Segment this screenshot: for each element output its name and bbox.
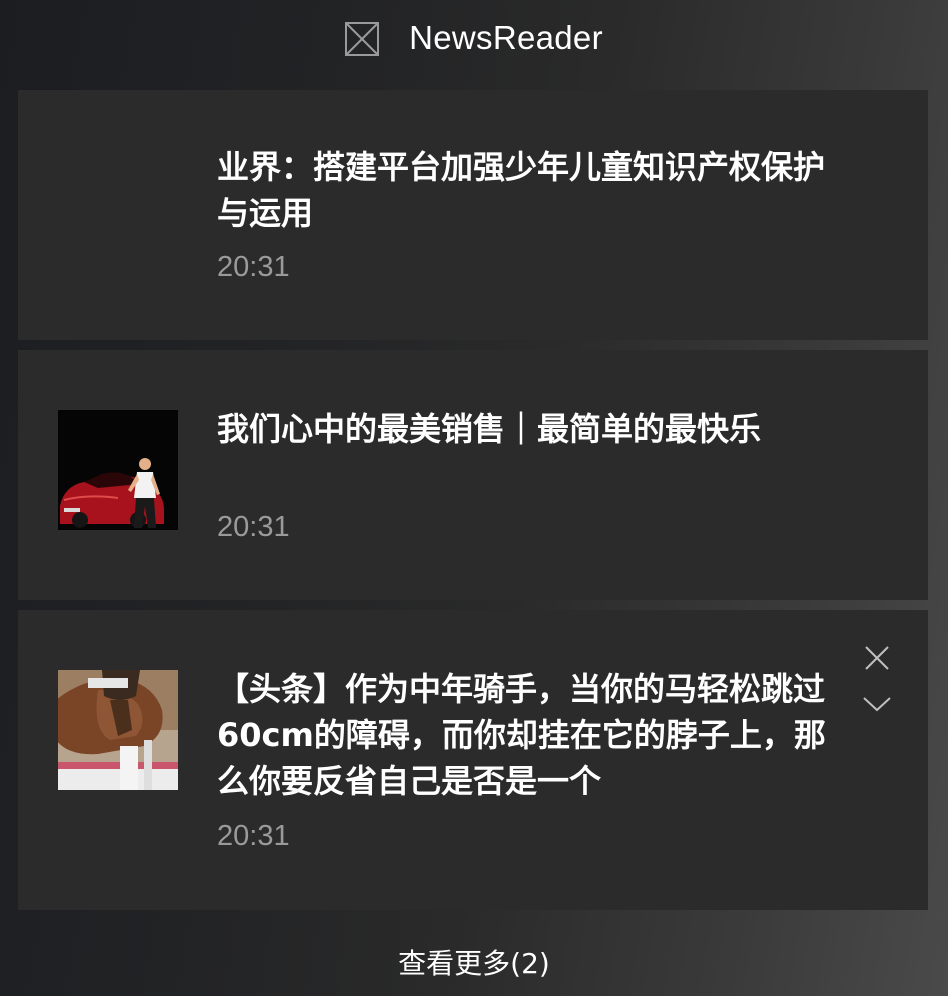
notification-card[interactable]: 我们心中的最美销售｜最简单的最快乐 20:31 — [18, 350, 928, 600]
broken-image-icon — [345, 22, 380, 56]
notification-card[interactable]: 业界：搭建平台加强少年儿童知识产权保护与运用 20:31 — [18, 90, 928, 340]
notification-title: 我们心中的最美销售｜最简单的最快乐 — [217, 410, 762, 448]
notification-thumbnail — [58, 670, 178, 790]
notification-thumbnail — [58, 410, 178, 530]
notification-title: 业界：搭建平台加强少年儿童知识产权保护与运用 — [217, 148, 826, 232]
notification-time: 20:31 — [217, 511, 290, 543]
close-icon[interactable] — [862, 643, 892, 673]
notification-card[interactable]: 【头条】作为中年骑手，当你的马轻松跳过60cm的障碍，而你却挂在它的脖子上，那么… — [18, 610, 928, 910]
see-more-link[interactable]: 查看更多(2) — [0, 942, 948, 982]
notification-title: 【头条】作为中年骑手，当你的马轻松跳过60cm的障碍，而你却挂在它的脖子上，那么… — [217, 670, 826, 800]
notification-time: 20:31 — [217, 820, 290, 852]
app-header: NewsReader — [0, 0, 948, 76]
app-title: NewsReader — [409, 19, 603, 56]
chevron-down-icon[interactable] — [862, 690, 892, 720]
notification-time: 20:31 — [217, 251, 290, 283]
